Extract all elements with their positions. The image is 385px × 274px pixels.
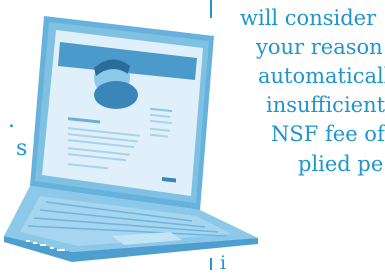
laptop-icon [4, 16, 258, 262]
